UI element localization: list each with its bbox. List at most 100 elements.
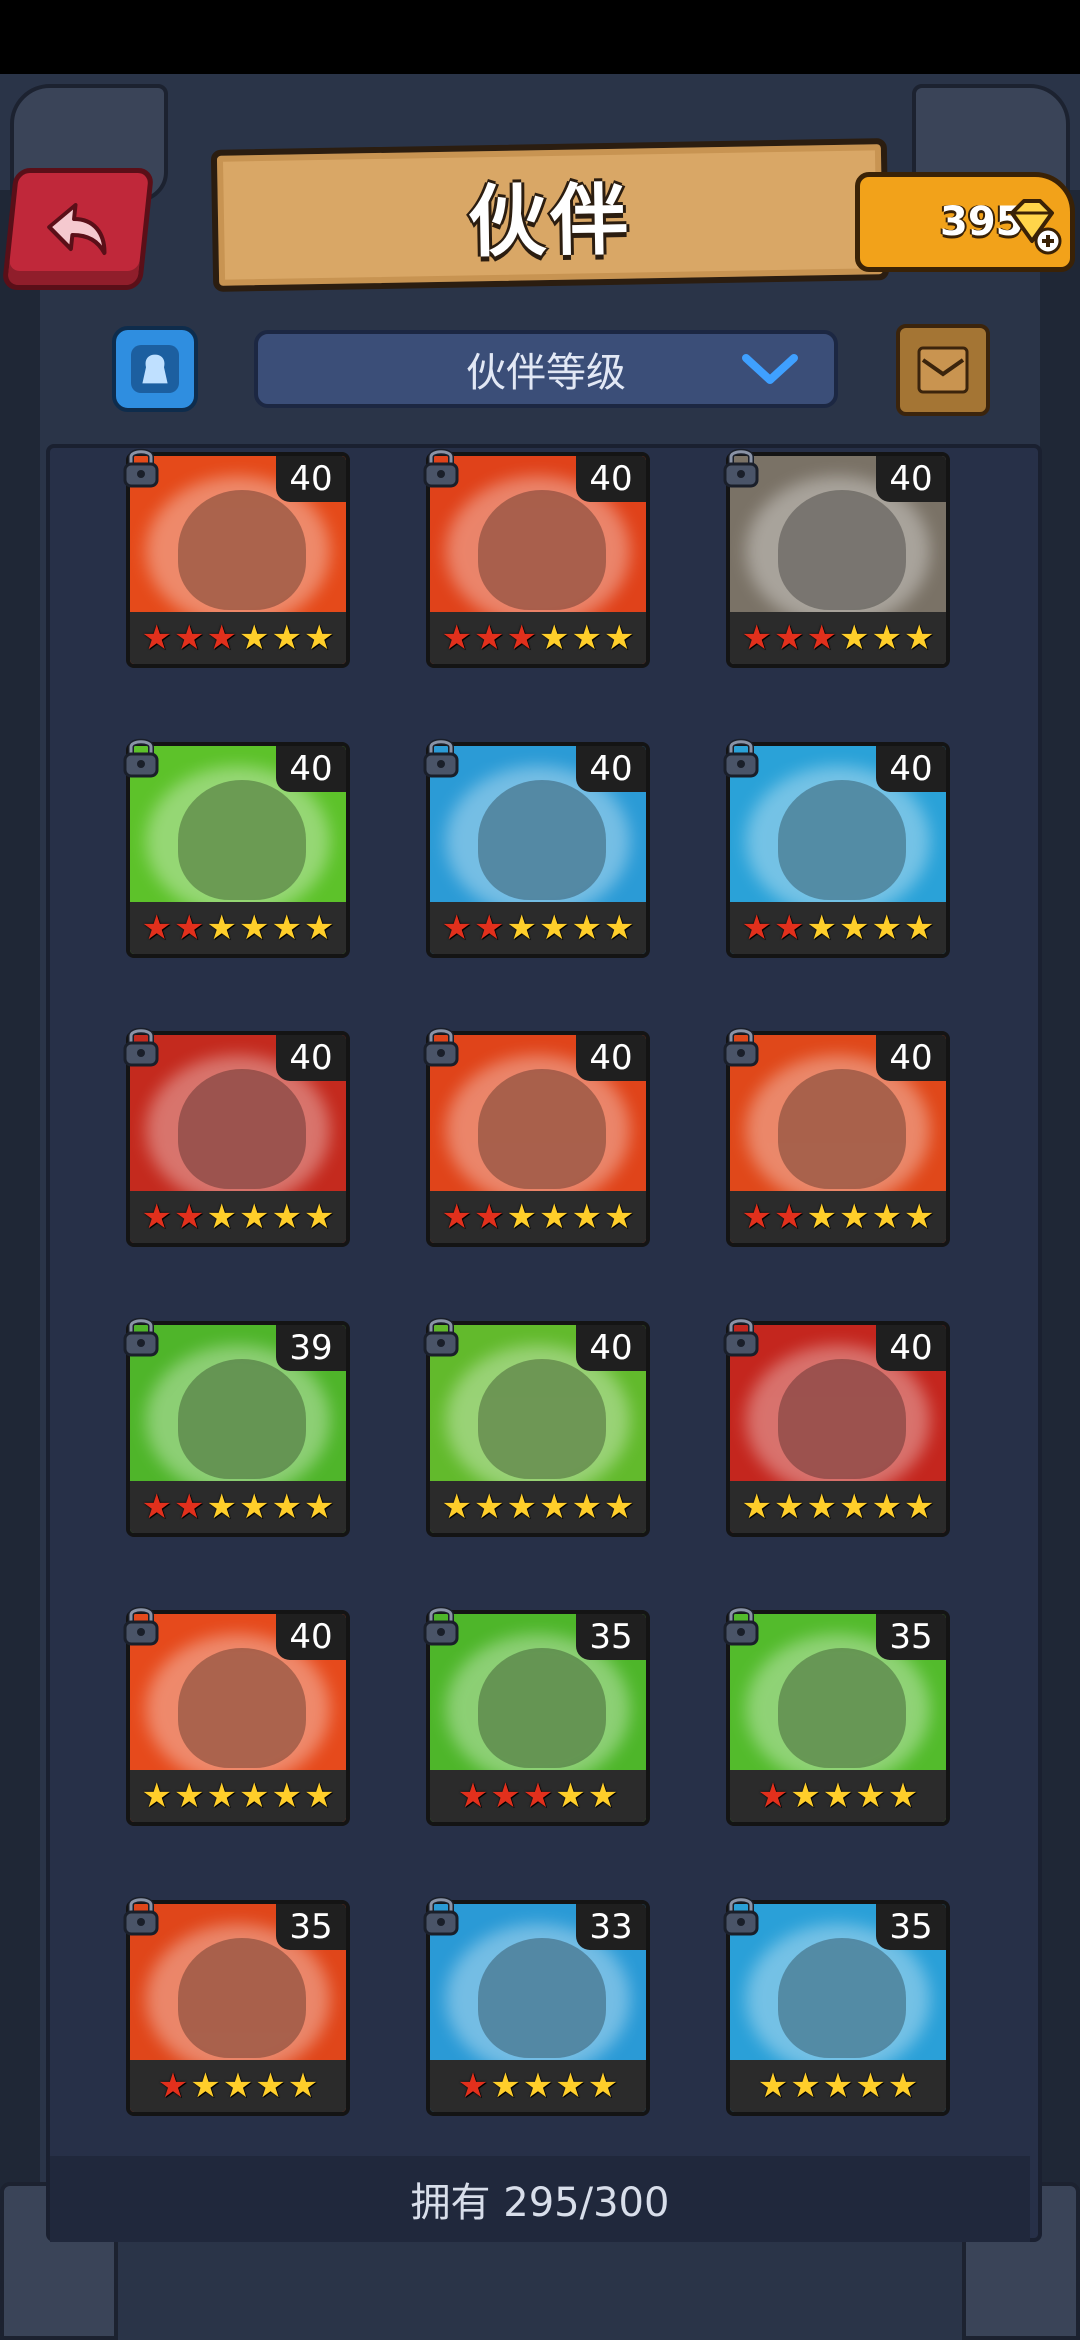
star-rating: ★ ★ ★ ★ ★ ★ (730, 612, 946, 664)
star-rating: ★ ★ ★ ★ ★ ★ (730, 1191, 946, 1243)
star-icon: ★ (774, 1487, 805, 1527)
star-icon: ★ (539, 908, 570, 948)
star-icon: ★ (741, 908, 773, 948)
hero-level: 33 (576, 1904, 646, 1950)
hero-figure (178, 490, 306, 610)
sort-dropdown[interactable]: 伙伴等级 (254, 330, 838, 408)
star-icon: ★ (174, 1487, 205, 1527)
star-icon: ★ (603, 908, 635, 948)
chevron-down-icon (742, 354, 798, 384)
hero-card[interactable]: ★ ★ ★ ★ ★ 35 (723, 1606, 950, 1826)
star-icon: ★ (474, 1197, 505, 1237)
star-rating: ★ ★ ★ ★ ★ ★ (430, 1481, 646, 1533)
star-icon: ★ (174, 908, 205, 948)
star-icon: ★ (255, 2066, 286, 2106)
star-icon: ★ (839, 1197, 870, 1237)
hero-card[interactable]: ★ ★ ★ ★ ★ ★ 40 (423, 448, 650, 668)
star-icon: ★ (206, 1776, 237, 1816)
star-icon: ★ (506, 618, 537, 658)
star-icon: ★ (239, 618, 270, 658)
star-icon: ★ (839, 618, 870, 658)
star-rating: ★ ★ ★ ★ ★ (730, 2060, 946, 2112)
page-title: 伙伴 (467, 175, 633, 269)
padlock-icon (123, 1606, 159, 1646)
hero-card[interactable]: ★ ★ ★ ★ ★ ★ 40 (123, 738, 350, 958)
star-icon: ★ (555, 2066, 586, 2106)
star-icon: ★ (603, 1197, 635, 1237)
star-rating: ★ ★ ★ ★ ★ ★ (130, 1191, 346, 1243)
star-icon: ★ (474, 618, 505, 658)
star-icon: ★ (855, 2066, 886, 2106)
padlock-icon (723, 1027, 759, 1067)
padlock-icon (423, 448, 459, 488)
padlock-icon (123, 1896, 159, 1936)
hero-level: 35 (876, 1614, 946, 1660)
star-icon: ★ (441, 618, 473, 658)
star-rating: ★ ★ ★ ★ ★ ★ (730, 902, 946, 954)
star-icon: ★ (239, 1487, 270, 1527)
hero-card[interactable]: ★ ★ ★ ★ ★ 35 (723, 1896, 950, 2116)
hero-card[interactable]: ★ ★ ★ ★ ★ ★ 40 (123, 448, 350, 668)
hero-figure (178, 1069, 306, 1189)
title-banner: 伙伴 (210, 138, 890, 292)
star-icon: ★ (903, 618, 935, 658)
hero-filter-button[interactable] (112, 326, 198, 412)
star-icon: ★ (287, 2066, 319, 2106)
sort-dropdown-label: 伙伴等级 (466, 350, 626, 396)
hero-card[interactable]: ★ ★ ★ ★ ★ ★ 40 (123, 1027, 350, 1247)
star-icon: ★ (806, 1197, 837, 1237)
hero-card[interactable]: ★ ★ ★ ★ ★ ★ 40 (123, 1606, 350, 1826)
star-icon: ★ (457, 1776, 489, 1816)
star-icon: ★ (871, 1197, 902, 1237)
padlock-icon (123, 738, 159, 778)
hero-card[interactable]: ★ ★ ★ ★ ★ ★ 40 (423, 1317, 650, 1537)
star-icon: ★ (141, 1487, 173, 1527)
star-icon: ★ (822, 2066, 854, 2106)
star-icon: ★ (903, 1487, 935, 1527)
hero-level: 40 (576, 1035, 646, 1081)
star-icon: ★ (506, 1487, 537, 1527)
hero-figure (478, 1648, 606, 1768)
star-icon: ★ (806, 908, 837, 948)
star-icon: ★ (757, 1776, 789, 1816)
star-icon: ★ (271, 618, 302, 658)
star-icon: ★ (474, 908, 505, 948)
hero-card[interactable]: ★ ★ ★ ★ ★ ★ 40 (423, 1027, 650, 1247)
star-icon: ★ (790, 1776, 821, 1816)
star-rating: ★ ★ ★ ★ ★ ★ (130, 612, 346, 664)
hero-card[interactable]: ★ ★ ★ ★ ★ 33 (423, 1896, 650, 2116)
hero-card[interactable]: ★ ★ ★ ★ ★ ★ 40 (723, 1317, 950, 1537)
star-icon: ★ (441, 1197, 473, 1237)
hero-level: 35 (876, 1904, 946, 1950)
hero-card[interactable]: ★ ★ ★ ★ ★ ★ 40 (723, 448, 950, 668)
hero-card[interactable]: ★ ★ ★ ★ ★ ★ 40 (723, 1027, 950, 1247)
star-icon: ★ (774, 1197, 805, 1237)
hero-card[interactable]: ★ ★ ★ ★ ★ ★ 40 (723, 738, 950, 958)
back-button[interactable] (1, 168, 155, 290)
star-icon: ★ (206, 618, 237, 658)
back-arrow-icon (47, 203, 107, 255)
hero-card[interactable]: ★ ★ ★ ★ ★ 35 (123, 1896, 350, 2116)
hero-level: 40 (276, 1035, 346, 1081)
star-rating: ★ ★ ★ ★ ★ ★ (430, 1191, 646, 1243)
hero-card[interactable]: ★ ★ ★ ★ ★ ★ 40 (423, 738, 650, 958)
hero-card[interactable]: ★ ★ ★ ★ ★ ★ 39 (123, 1317, 350, 1537)
padlock-icon (723, 1317, 759, 1357)
star-icon: ★ (774, 908, 805, 948)
hero-level: 40 (876, 746, 946, 792)
star-icon: ★ (871, 908, 902, 948)
star-rating: ★ ★ ★ ★ ★ ★ (430, 612, 646, 664)
star-icon: ★ (571, 908, 602, 948)
gem-counter-button[interactable]: 395 (855, 172, 1075, 272)
padlock-icon (123, 448, 159, 488)
hero-card[interactable]: ★ ★ ★ ★ ★ 35 (423, 1606, 650, 1826)
hero-level: 40 (576, 456, 646, 502)
star-icon: ★ (539, 1487, 570, 1527)
star-icon: ★ (141, 1197, 173, 1237)
map-button[interactable] (896, 324, 990, 416)
star-icon: ★ (539, 1197, 570, 1237)
hero-level: 35 (276, 1904, 346, 1950)
star-rating: ★ ★ ★ ★ ★ ★ (430, 902, 646, 954)
hero-level: 39 (276, 1325, 346, 1371)
star-icon: ★ (271, 908, 302, 948)
